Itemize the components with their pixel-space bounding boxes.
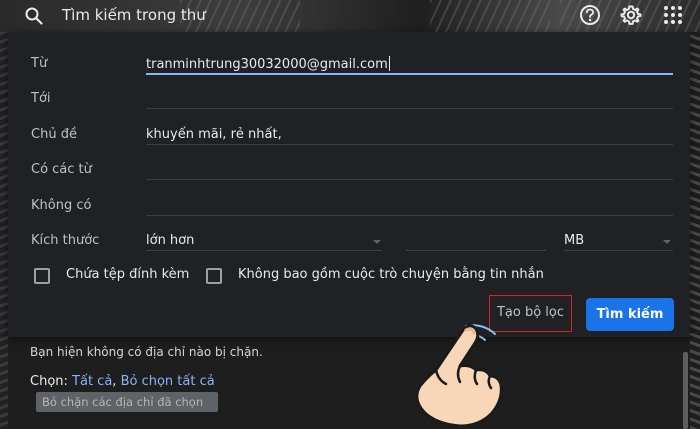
select-all-link[interactable]: Tất cả — [72, 374, 112, 389]
has-words-field[interactable] — [146, 162, 673, 178]
size-amount-underline — [406, 250, 546, 251]
doesnt-have-field[interactable] — [146, 198, 673, 214]
doesnt-have-underline — [146, 215, 673, 216]
unblock-selected-button[interactable]: Bỏ chặn các địa chỉ đã chọn — [36, 392, 218, 412]
chevron-down-icon — [373, 240, 381, 244]
background-texture — [430, 0, 550, 32]
subject-label: Chủ đề — [31, 127, 77, 142]
exclude-chats-checkbox[interactable] — [206, 268, 222, 284]
size-operator-select[interactable]: lớn hơn — [146, 233, 382, 249]
chevron-down-icon — [663, 240, 671, 244]
blocked-addresses-text: Bạn hiện không có địa chỉ nào bị chặn. — [30, 345, 263, 359]
size-operator-value: lớn hơn — [146, 233, 195, 248]
from-label: Từ — [31, 56, 48, 71]
size-unit-value: MB — [564, 233, 585, 248]
size-unit-underline — [564, 250, 673, 251]
to-label: Tới — [31, 91, 51, 106]
search-button[interactable]: Tìm kiếm — [586, 298, 674, 331]
from-underline — [146, 73, 673, 75]
scrollbar[interactable] — [683, 352, 688, 429]
has-words-label: Có các từ — [31, 162, 92, 177]
search-filter-dialog: Từ tranminhtrung30032000@gmail.com Tới C… — [8, 32, 690, 337]
top-bar: Tìm kiếm trong thư — [0, 0, 700, 32]
selection-controls: Chọn: Tất cả, Bỏ chọn tất cả — [30, 374, 215, 389]
has-attachment-checkbox[interactable] — [34, 268, 50, 284]
has-attachment-label: Chứa tệp đính kèm — [66, 267, 190, 282]
search-mail-input[interactable]: Tìm kiếm trong thư — [62, 6, 206, 24]
size-label: Kích thước — [31, 233, 100, 248]
subject-field[interactable]: khuyến mãi, rẻ nhất, — [146, 127, 282, 142]
pointing-hand-icon — [415, 324, 503, 428]
text-cursor — [388, 56, 390, 71]
deselect-all-link[interactable]: Bỏ chọn tất cả — [121, 374, 215, 389]
from-field[interactable]: tranminhtrung30032000@gmail.com — [146, 56, 390, 72]
size-unit-select[interactable]: MB — [564, 233, 673, 249]
doesnt-have-label: Không có — [31, 198, 92, 213]
from-value: tranminhtrung30032000@gmail.com — [146, 57, 388, 72]
size-amount-field[interactable] — [406, 233, 546, 249]
search-icon[interactable] — [24, 6, 44, 26]
has-words-underline — [146, 179, 673, 180]
background-texture — [0, 32, 8, 429]
to-underline — [146, 108, 673, 109]
apps-grid-icon[interactable] — [663, 5, 683, 25]
background-texture — [690, 32, 700, 429]
subject-underline — [146, 144, 673, 145]
help-icon[interactable] — [579, 4, 601, 26]
gear-icon[interactable] — [620, 4, 642, 26]
to-field[interactable] — [146, 91, 673, 107]
size-operator-underline — [146, 250, 382, 251]
select-prefix: Chọn: — [30, 374, 68, 389]
exclude-chats-label: Không bao gồm cuộc trò chuyện bằng tin n… — [238, 267, 544, 282]
